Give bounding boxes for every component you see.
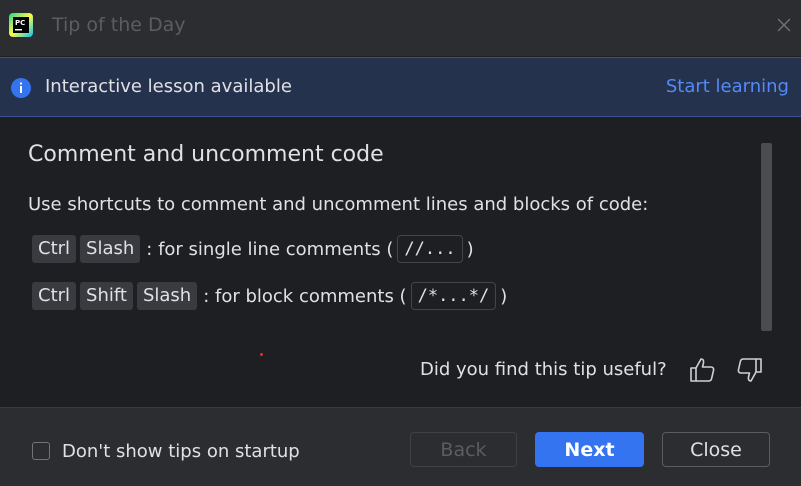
red-dot-artifact: [260, 353, 263, 356]
shortcut-text-end: ): [500, 285, 508, 307]
window-title: Tip of the Day: [52, 14, 186, 36]
code-snippet: //...: [397, 235, 463, 263]
banner-text: Interactive lesson available: [45, 76, 292, 97]
key-shift: Shift: [80, 282, 133, 310]
shortcut-text-end: ): [466, 238, 474, 260]
lesson-banner: Interactive lesson available Start learn…: [0, 57, 801, 117]
close-icon[interactable]: [775, 16, 793, 34]
title-bar: PC Tip of the Day: [0, 0, 801, 57]
shortcut-row-block-comment: Ctrl Shift Slash : for block comments ( …: [32, 282, 507, 310]
dont-show-tips-checkbox[interactable]: [32, 442, 50, 460]
shortcut-row-line-comment: Ctrl Slash : for single line comments ( …: [32, 235, 474, 263]
scrollbar[interactable]: [761, 143, 772, 331]
thumbs-down-icon[interactable]: [735, 355, 765, 385]
tip-content: Comment and uncomment code Use shortcuts…: [0, 117, 801, 407]
next-button[interactable]: Next: [535, 432, 644, 467]
app-logo-text: PC: [15, 19, 25, 27]
dont-show-tips-label[interactable]: Don't show tips on startup: [62, 441, 300, 462]
tip-title: Comment and uncomment code: [28, 142, 384, 167]
shortcut-text: : for block comments (: [203, 285, 407, 307]
key-ctrl: Ctrl: [32, 282, 77, 310]
code-snippet: /*...*/: [410, 282, 497, 310]
info-icon: [11, 78, 31, 98]
start-learning-link[interactable]: Start learning: [666, 76, 789, 97]
key-slash: Slash: [136, 282, 198, 310]
close-button[interactable]: Close: [662, 432, 770, 467]
shortcut-text: : for single line comments (: [146, 238, 394, 260]
key-slash: Slash: [80, 235, 141, 263]
key-ctrl: Ctrl: [32, 235, 77, 263]
dialog-footer: Don't show tips on startup Back Next Clo…: [0, 407, 801, 486]
thumbs-up-icon[interactable]: [687, 355, 717, 385]
pycharm-logo-icon: PC: [9, 13, 33, 37]
back-button[interactable]: Back: [410, 432, 517, 467]
tip-description: Use shortcuts to comment and uncomment l…: [28, 194, 649, 215]
feedback-question: Did you find this tip useful?: [420, 359, 667, 380]
